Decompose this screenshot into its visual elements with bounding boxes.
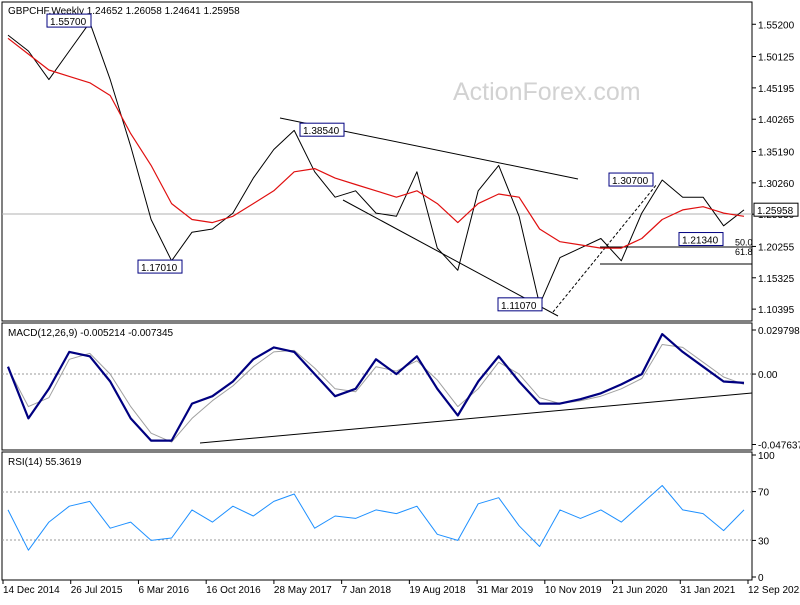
price-panel-title: GBPCHF,Weekly 1.24652 1.26058 1.24641 1.…: [8, 6, 240, 17]
level-label-text: 1.38540: [303, 126, 340, 137]
x-tick-label: 26 Jul 2015: [71, 585, 123, 596]
y-tick-label: 0.029798: [758, 326, 800, 337]
x-tick-label: 14 Dec 2014: [3, 585, 60, 596]
x-tick-label: 19 Aug 2018: [409, 585, 466, 596]
x-tick-label: 31 Jan 2021: [680, 585, 735, 596]
x-tick-label: 16 Oct 2016: [206, 585, 261, 596]
fib-level-label: 61.8: [735, 247, 753, 257]
macd-panel-frame: [1, 322, 753, 451]
x-tick-label: 21 Jun 2020: [613, 585, 668, 596]
y-tick-label: 1.10395: [758, 305, 795, 316]
level-label-text: 1.21340: [682, 236, 719, 247]
macd-panel-title: MACD(12,26,9) -0.005214 -0.007345: [8, 328, 174, 339]
watermark: ActionForex.com: [453, 78, 641, 106]
chart-svg: ActionForex.com GBPCHF,Weekly 1.24652 1.…: [1, 1, 800, 596]
y-tick-label: 0.00: [758, 370, 778, 381]
y-tick-label: 0: [758, 573, 764, 584]
level-label-text: 1.30700: [612, 176, 649, 187]
x-axis-group: 14 Dec 2014 26 Jul 2015 6 Mar 2016 16 Oct 2…: [2, 580, 800, 596]
price-panel-frame: [1, 1, 753, 322]
rsi-panel-title: RSI(14) 55.3619: [8, 457, 82, 468]
x-tick-label: 12 Sep 2021: [748, 585, 800, 596]
y-tick-label: 100: [758, 451, 775, 462]
x-tick-label: 31 Mar 2019: [477, 585, 534, 596]
level-label-text: 1.11070: [501, 301, 537, 312]
chart-container: ActionForex.com GBPCHF,Weekly 1.24652 1.…: [0, 0, 800, 600]
y-tick-label: 1.30260: [758, 179, 795, 190]
x-tick-label: 6 Mar 2016: [138, 585, 189, 596]
y-tick-label: 1.15325: [758, 274, 795, 285]
y-tick-label: -0.047637: [758, 441, 800, 452]
y-tick-label: 1.55200: [758, 20, 795, 31]
y-tick-label: 1.20255: [758, 242, 795, 253]
x-tick-label: 28 May 2017: [274, 585, 332, 596]
level-label-text: 1.55700: [50, 17, 87, 28]
y-tick-label: 1.50125: [758, 53, 795, 64]
rsi-panel-frame: [1, 451, 753, 581]
current-price-label: 1.25958: [757, 206, 794, 217]
y-tick-label: 70: [758, 488, 770, 499]
x-tick-label: 7 Jan 2018: [342, 585, 392, 596]
y-tick-label: 1.40265: [758, 115, 795, 126]
y-tick-label: 30: [758, 536, 770, 547]
y-tick-label: 1.45195: [758, 84, 795, 95]
level-label-text: 1.17010: [141, 263, 178, 274]
y-axis-group: 1.55200 1.50125 1.45195 1.40265 1.35190 1.302…: [752, 20, 800, 584]
fib-level-label: 50.0: [735, 237, 753, 247]
x-tick-label: 10 Nov 2019: [545, 585, 602, 596]
y-tick-label: 1.35190: [758, 147, 795, 158]
